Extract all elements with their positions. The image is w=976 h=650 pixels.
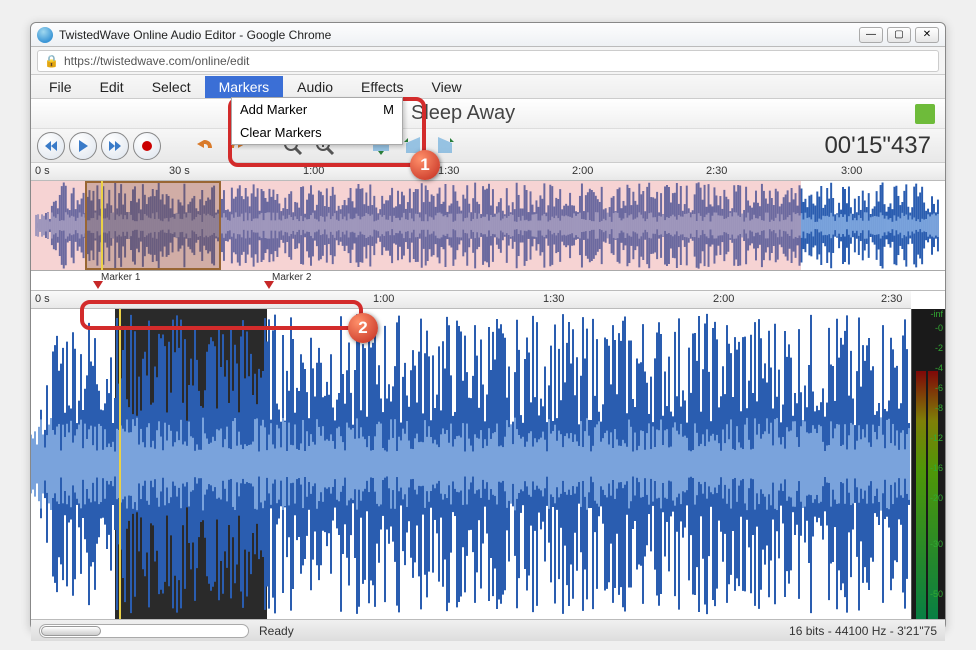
meter-scale: -2	[935, 343, 943, 353]
ruler-tick: 1:00	[303, 165, 324, 177]
zoom-v-out-icon	[434, 135, 456, 157]
ruler-tick: 1:00	[373, 293, 394, 305]
dropdown-clear-markers[interactable]: Clear Markers	[232, 121, 402, 144]
timecode: 00'15"437	[824, 132, 939, 160]
meter-scale: -30	[930, 539, 943, 549]
ruler-tick: 1:30	[438, 165, 459, 177]
play-button[interactable]	[69, 132, 97, 160]
marker-label[interactable]: Marker 1	[101, 272, 140, 283]
ruler-tick: 1:30	[543, 293, 564, 305]
menu-file[interactable]: File	[35, 76, 86, 98]
maximize-button[interactable]: ▢	[887, 27, 911, 43]
url-bar: 🔒 https://twistedwave.com/online/edit	[31, 47, 945, 75]
minimize-button[interactable]: —	[859, 27, 883, 43]
main-wave-svg	[31, 309, 911, 619]
menu-edit[interactable]: Edit	[86, 76, 138, 98]
level-meter: -inf -0 -2 -4 -6 -8 -12 -16 -20 -30 -50	[911, 309, 945, 619]
main-cursor[interactable]	[119, 309, 121, 619]
menu-audio[interactable]: Audio	[283, 76, 347, 98]
ruler-tick: 3:00	[841, 165, 862, 177]
track-title-row: Sleep Away	[31, 99, 945, 129]
marker-track[interactable]: Marker 1 Marker 2	[31, 271, 945, 291]
ruler-tick: 0 s	[35, 293, 50, 305]
ruler-tick: 0 s	[35, 165, 50, 177]
ruler-tick: 2:00	[713, 293, 734, 305]
meter-scale: -16	[930, 463, 943, 473]
app-window: TwistedWave Online Audio Editor - Google…	[30, 22, 946, 630]
markers-dropdown: Add Marker M Clear Markers	[231, 97, 403, 145]
dropdown-add-marker[interactable]: Add Marker M	[232, 98, 402, 121]
status-bar: Ready 16 bits - 44100 Hz - 3'21"75	[31, 619, 945, 641]
format-text: 16 bits - 44100 Hz - 3'21"75	[789, 624, 937, 638]
ruler-tick: 30 s	[169, 165, 190, 177]
menubar: File Edit Select Markers Audio Effects V…	[31, 75, 945, 99]
overview-waveform[interactable]	[31, 181, 945, 271]
dropdown-item-label: Clear Markers	[240, 125, 322, 140]
zoom-vertical-out-button[interactable]	[431, 132, 459, 160]
marker-icon[interactable]	[264, 281, 274, 289]
toolbar: 00'15"437	[31, 129, 945, 163]
lock-icon: 🔒	[44, 54, 59, 68]
ruler-tick: 2:30	[706, 165, 727, 177]
undo-icon	[194, 136, 216, 156]
rewind-icon	[44, 139, 58, 153]
overview-ruler[interactable]: 0 s 30 s 1:00 1:30 2:00 2:30 3:00	[31, 163, 945, 181]
menu-markers[interactable]: Markers	[205, 76, 284, 98]
zoom-vertical-in-button[interactable]	[399, 132, 427, 160]
meter-scale: -4	[935, 363, 943, 373]
horizontal-scrollbar[interactable]	[39, 624, 249, 638]
main-ruler[interactable]: 0 s 1:00 1:30 2:00 2:30	[31, 291, 911, 309]
marker-label[interactable]: Marker 2	[272, 272, 311, 283]
marker-icon[interactable]	[93, 281, 103, 289]
meter-scale: -0	[935, 323, 943, 333]
app-icon	[37, 27, 53, 43]
meter-scale: -20	[930, 493, 943, 503]
dropdown-item-label: Add Marker	[240, 102, 307, 117]
menu-select[interactable]: Select	[138, 76, 205, 98]
status-text: Ready	[259, 624, 294, 638]
overview-cursor[interactable]	[101, 181, 103, 270]
zoom-v-in-icon	[402, 135, 424, 157]
meter-scale: -6	[935, 383, 943, 393]
window-title: TwistedWave Online Audio Editor - Google…	[59, 28, 859, 42]
track-title: Sleep Away	[411, 102, 515, 125]
overview-viewport[interactable]	[85, 181, 221, 270]
ruler-tick: 2:30	[881, 293, 902, 305]
main-waveform[interactable]	[31, 309, 911, 619]
meter-scale: -50	[930, 589, 943, 599]
dropdown-shortcut: M	[383, 102, 394, 117]
menu-effects[interactable]: Effects	[347, 76, 418, 98]
save-icon[interactable]	[915, 104, 935, 124]
scrollbar-thumb[interactable]	[41, 626, 101, 636]
forward-button[interactable]	[101, 132, 129, 160]
play-icon	[76, 139, 90, 153]
titlebar: TwistedWave Online Audio Editor - Google…	[31, 23, 945, 47]
meter-bar-left	[916, 371, 926, 619]
url-text: https://twistedwave.com/online/edit	[64, 54, 249, 68]
forward-icon	[108, 139, 122, 153]
meter-scale: -inf	[930, 309, 943, 319]
close-button[interactable]: ✕	[915, 27, 939, 43]
record-icon	[141, 140, 153, 152]
url-field[interactable]: 🔒 https://twistedwave.com/online/edit	[37, 50, 939, 72]
meter-scale: -12	[930, 433, 943, 443]
main-area: -inf -0 -2 -4 -6 -8 -12 -16 -20 -30 -50	[31, 309, 945, 619]
meter-scale: -8	[935, 403, 943, 413]
undo-button[interactable]	[191, 132, 219, 160]
menu-view[interactable]: View	[418, 76, 476, 98]
record-button[interactable]	[133, 132, 161, 160]
rewind-button[interactable]	[37, 132, 65, 160]
ruler-tick: 2:00	[572, 165, 593, 177]
